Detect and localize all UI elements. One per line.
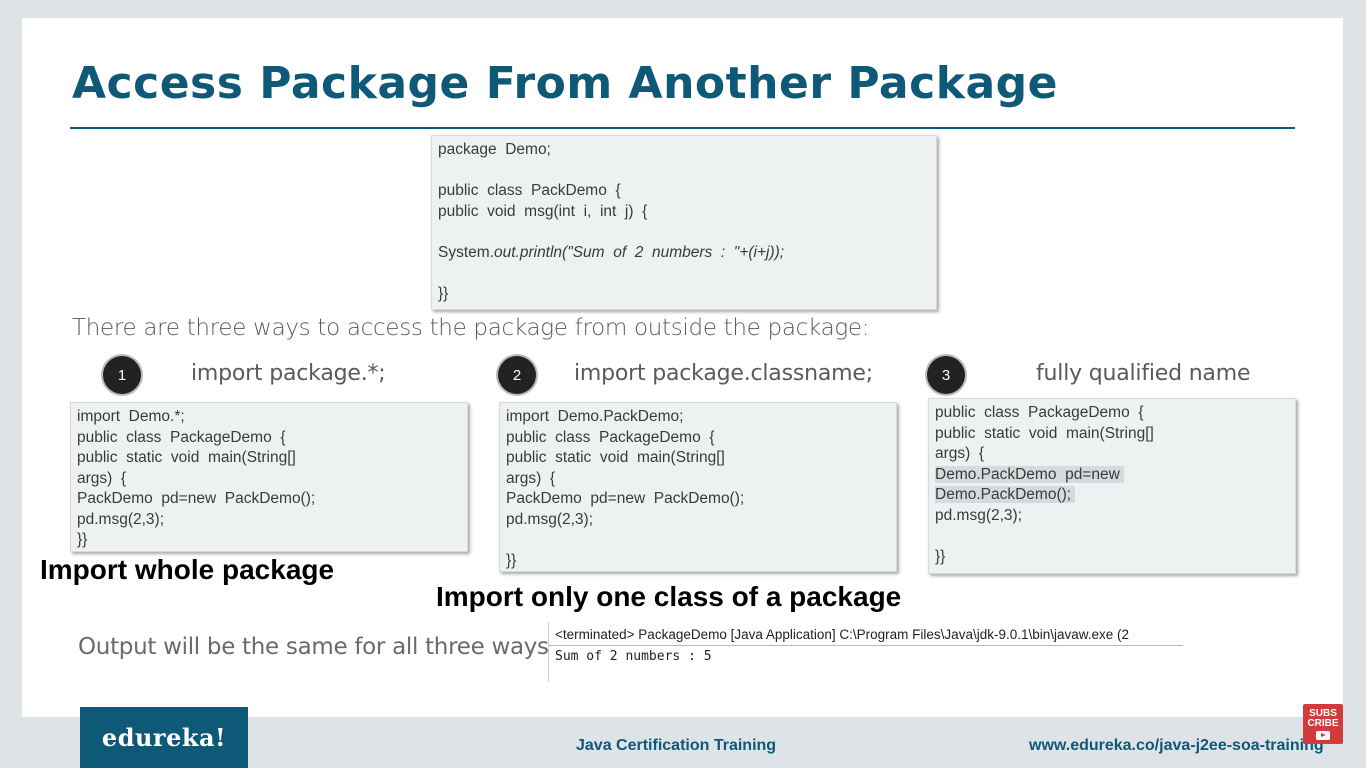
code-line: import Demo.*; bbox=[77, 407, 461, 428]
code-line: args) { bbox=[935, 444, 1289, 465]
code-line: args) { bbox=[77, 469, 461, 490]
way-label-2: import package.classname; bbox=[574, 361, 873, 386]
code-text: import Demo.*; bbox=[77, 408, 185, 425]
way-code-block-2: import Demo.PackDemo; public class Packag… bbox=[499, 402, 897, 572]
course-url[interactable]: www.edureka.co/java-j2ee-soa-training bbox=[1029, 737, 1324, 755]
code-text: }} bbox=[506, 551, 517, 569]
code-text: }} bbox=[438, 284, 449, 302]
course-title: Java Certification Training bbox=[576, 737, 777, 754]
code-line: PackDemo pd=new PackDemo(); bbox=[506, 489, 890, 510]
subscribe-label-bottom: CRIBE bbox=[1307, 717, 1339, 729]
code-line: }} bbox=[438, 284, 930, 305]
code-line: pd.msg(2,3); bbox=[506, 510, 890, 531]
code-text: args) { bbox=[935, 445, 985, 462]
code-text: package Demo; bbox=[438, 141, 551, 158]
callout-whole-package: Import whole package bbox=[40, 554, 335, 585]
code-text: public void msg(int i, int j) { bbox=[438, 202, 648, 220]
step-badge-1: 1 bbox=[103, 356, 141, 394]
code-line: }} bbox=[506, 551, 890, 572]
code-text: public static void main(String[] bbox=[935, 424, 1154, 442]
code-segment-italic: out.println("Sum of 2 numbers : "+(i+j))… bbox=[493, 243, 785, 261]
subtitle: There are three ways to access the packa… bbox=[72, 315, 870, 341]
code-line: public class PackDemo { bbox=[438, 181, 930, 202]
code-line: pd.msg(2,3); bbox=[77, 510, 461, 531]
code-line: args) { bbox=[506, 469, 890, 490]
way-label-3: fully qualified name bbox=[1036, 361, 1251, 386]
code-text: }} bbox=[77, 531, 88, 548]
console-header: <terminated> PackageDemo [Java Applicati… bbox=[549, 622, 1183, 646]
code-text: pd.msg(2,3); bbox=[77, 510, 165, 528]
code-line: Demo.PackDemo(); bbox=[935, 485, 1289, 506]
code-line: Demo.PackDemo pd=new bbox=[935, 465, 1289, 486]
console-output: Sum of 2 numbers : 5 bbox=[555, 649, 712, 664]
subscribe-label-top: SUBS bbox=[1309, 707, 1337, 719]
play-icon bbox=[1316, 730, 1330, 740]
code-text: args) { bbox=[506, 469, 556, 487]
way-label-1: import package.*; bbox=[191, 361, 386, 386]
code-text: Demo.PackDemo pd=new bbox=[935, 465, 1125, 483]
code-text: public class PackDemo { bbox=[438, 182, 621, 199]
code-text: public static void main(String[] bbox=[77, 449, 296, 466]
console-output-panel: <terminated> PackageDemo [Java Applicati… bbox=[548, 622, 1183, 682]
code-text: import Demo.PackDemo; bbox=[506, 408, 684, 425]
output-label: Output will be the same for all three wa… bbox=[78, 634, 557, 660]
step-badge-2: 2 bbox=[498, 356, 536, 394]
code-line: public static void main(String[] bbox=[77, 448, 461, 469]
code-text: pd.msg(2,3); bbox=[935, 506, 1023, 524]
way-code-block-1: import Demo.*; public class PackageDemo {… bbox=[70, 402, 468, 552]
code-line: pd.msg(2,3); bbox=[935, 506, 1289, 527]
code-line: import Demo.PackDemo; bbox=[506, 407, 890, 428]
subscribe-button[interactable]: SUBS CRIBE bbox=[1303, 704, 1343, 744]
code-text: PackDemo pd=new PackDemo(); bbox=[77, 490, 316, 507]
code-text: Demo.PackDemo(); bbox=[935, 486, 1076, 503]
code-segment: System. bbox=[438, 243, 494, 261]
code-text: public class PackageDemo { bbox=[935, 404, 1144, 421]
code-text: public class PackageDemo { bbox=[506, 428, 715, 446]
code-line: package Demo; bbox=[438, 140, 930, 161]
step-badge-3: 3 bbox=[927, 356, 965, 394]
way-code-block-3: public class PackageDemo { public static … bbox=[928, 398, 1296, 574]
code-line: }} bbox=[935, 547, 1289, 568]
code-text: pd.msg(2,3); bbox=[506, 510, 594, 528]
code-line: public void msg(int i, int j) { bbox=[438, 202, 930, 223]
code-line: public class PackageDemo { bbox=[506, 428, 890, 449]
code-line: public class PackageDemo { bbox=[935, 403, 1289, 424]
code-line: public static void main(String[] bbox=[506, 448, 890, 469]
code-text: public static void main(String[] bbox=[506, 449, 725, 466]
code-text: args) { bbox=[77, 469, 127, 487]
code-text: PackDemo pd=new PackDemo(); bbox=[506, 490, 745, 507]
slide-title: Access Package From Another Package bbox=[72, 58, 1058, 109]
callout-one-class: Import only one class of a package bbox=[436, 581, 902, 612]
code-line: System.out.println("Sum of 2 numbers : "… bbox=[438, 243, 930, 264]
slide: Access Package From Another Package pack… bbox=[22, 18, 1343, 717]
code-text: }} bbox=[935, 547, 946, 565]
title-underline bbox=[70, 127, 1295, 129]
code-text: public class PackageDemo { bbox=[77, 428, 286, 446]
code-line: PackDemo pd=new PackDemo(); bbox=[77, 489, 461, 510]
code-line: public static void main(String[] bbox=[935, 424, 1289, 445]
code-line: }} bbox=[77, 530, 461, 551]
edureka-logo: edureka! bbox=[80, 707, 248, 768]
package-code-block: package Demo; public class PackDemo { publ… bbox=[431, 135, 937, 310]
code-line: public class PackageDemo { bbox=[77, 428, 461, 449]
